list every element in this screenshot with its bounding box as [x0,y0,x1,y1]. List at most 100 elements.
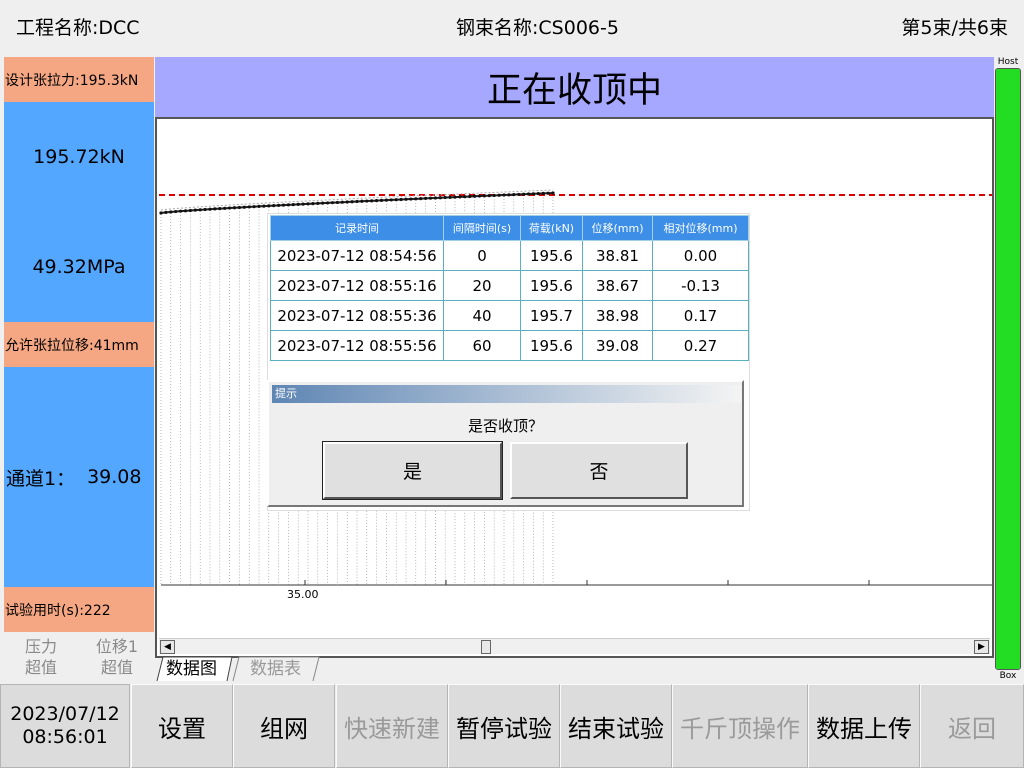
table-cell: 0.17 [652,300,749,331]
curve-point [330,201,335,205]
curve-point [164,210,168,214]
curve-point [213,207,217,211]
pressure-alarm-state: 超值 [24,658,57,677]
curve-point [541,191,545,196]
stress-readout: 49.32MPa [4,212,154,322]
curve-point [409,197,413,201]
curve-point [428,196,433,200]
level-gauge [995,68,1021,670]
gauge-bottom-label: Box [999,671,1017,681]
curve-point [453,195,457,199]
curve-point [384,198,388,202]
yes-button[interactable]: 是 [322,441,503,500]
curve-point [458,195,462,199]
curve-point [267,204,271,208]
table-cell: 195.6 [520,270,583,301]
displacement-alarm: 位移1 超值 [94,636,140,678]
curve-point [531,192,535,196]
curve-point [326,201,330,205]
jack-operation-button[interactable]: 千斤顶操作 [672,684,808,768]
curve-point [218,207,222,211]
curve-point [272,204,276,208]
tab-chart[interactable]: 数据图 [166,657,217,681]
curve-point [502,193,506,197]
dialog-message: 是否收顶？ [467,417,543,435]
curve-point [350,200,354,204]
curve-point [223,206,227,210]
clock-time: 08:56:01 [22,726,108,748]
curve-point [507,193,511,197]
curve-point [448,195,452,199]
table-cell: 38.81 [582,240,653,271]
clock-date: 2023/07/12 [10,703,120,725]
curve-point [512,193,516,197]
curve-point [316,201,320,205]
column-header: 荷载(kN) [520,215,583,241]
curve-point [379,198,384,202]
curve-point [193,208,197,212]
curve-point [174,209,178,214]
curve-point [257,204,261,209]
curve-point [237,205,241,210]
scroll-right-arrow-icon[interactable]: ▶ [974,640,989,654]
design-tension-label: 设计张拉力:195.3kN [4,57,154,102]
end-test-button[interactable]: 结束试验 [560,684,672,768]
curve-point [169,210,173,214]
curve-point [492,193,496,198]
table-cell: 195.6 [520,240,583,271]
curve-point [414,197,418,201]
status-banner: 正在收顶中 [155,57,994,117]
curve-point [522,192,526,196]
table-cell: 195.7 [520,300,583,331]
channel-readout: 通道1： 39.08 [4,367,154,587]
column-header: 间隔时间(s) [443,215,521,241]
curve-point [526,192,531,196]
pressure-alarm-label: 压力 [24,637,57,656]
curve-point [463,195,467,199]
curve-point [179,209,183,213]
channel-label: 通道1： [6,467,76,490]
curve-point [404,197,408,201]
curve-point [247,205,251,209]
curve-point [536,192,540,196]
curve-point [232,206,237,210]
quick-new-button[interactable]: 快速新建 [336,684,448,768]
table-cell: 39.08 [582,330,653,361]
data-upload-button[interactable]: 数据上传 [808,684,920,768]
curve-point [311,202,315,206]
scroll-left-arrow-icon[interactable]: ◀ [160,640,175,654]
curve-point [375,199,379,203]
clock: 2023/07/12 08:56:01 [0,684,130,768]
scroll-thumb[interactable] [481,640,491,654]
network-button[interactable]: 组网 [233,684,335,768]
gauge-top-label: Host [997,57,1019,67]
curve-point [394,198,398,202]
curve-point [183,209,188,213]
back-button[interactable]: 返回 [920,684,1024,768]
curve-point [424,196,428,200]
curve-point [159,211,163,215]
curve-point [198,208,202,212]
curve-point [188,208,192,213]
table-cell: -0.13 [652,270,749,301]
x-tick-label: 35.00 [287,588,319,601]
curve-point [370,199,374,203]
chart-scrollbar[interactable]: ◀ ▶ [159,638,990,654]
load-curve [159,189,555,215]
curve-point [321,201,325,205]
no-button[interactable]: 否 [510,442,688,499]
curve-point [473,194,477,198]
curve-point [468,194,472,199]
tab-table[interactable]: 数据表 [250,657,301,681]
table-cell: 2023-07-12 08:55:16 [270,270,444,301]
level-gauge-fill [996,69,1020,669]
settings-button[interactable]: 设置 [131,684,233,768]
strand-count: 第5束/共6束 [901,17,1008,39]
pause-test-button[interactable]: 暂停试验 [448,684,560,768]
table-cell: 38.67 [582,270,653,301]
table-cell: 0 [443,240,521,271]
curve-point [365,199,369,203]
table-cell: 38.98 [582,300,653,331]
table-cell: 20 [443,270,521,301]
curve-point [345,200,349,204]
